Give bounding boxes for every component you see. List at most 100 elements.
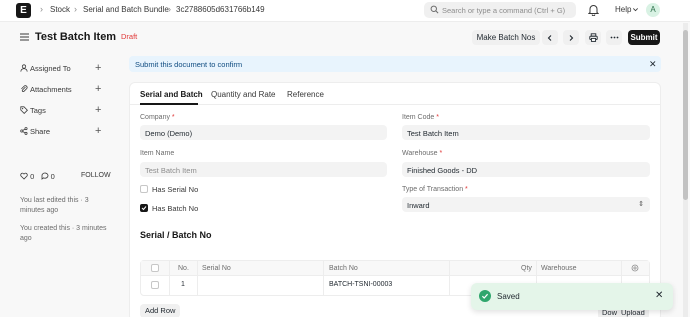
has-serial-no-label: Has Serial No (152, 185, 199, 194)
checkmark-icon (141, 206, 147, 211)
user-icon (20, 64, 28, 72)
likes-count: 0 (30, 172, 35, 181)
column-divider (197, 261, 198, 295)
form-card: Serial and Batch Quantity and Rate Refer… (129, 82, 661, 317)
row-checkbox[interactable] (151, 281, 159, 289)
tab-divider (130, 104, 660, 105)
share-add-icon[interactable]: + (95, 126, 101, 137)
more-actions-button[interactable] (606, 30, 622, 45)
settings-icon[interactable] (631, 264, 639, 272)
type-of-transaction-select[interactable]: Inward ⇕ (402, 197, 650, 212)
menu-icon[interactable] (20, 33, 29, 41)
row-batch-no[interactable]: BATCH-TSNI-00003 (329, 281, 392, 288)
print-button[interactable] (585, 30, 601, 45)
item-name-label: Item Name (140, 150, 175, 157)
sidebar-item-tags[interactable]: Tags (20, 106, 46, 115)
item-code-value: Test Batch Item (407, 129, 459, 138)
comments-count: 0 (50, 172, 55, 181)
tag-icon (20, 106, 28, 114)
breadcrumb-doc-id[interactable]: 3c2788605d631766b149 (176, 5, 265, 14)
warehouse-label: Warehouse * (402, 150, 443, 157)
search-bar[interactable]: Search or type a command (Ctrl + G) (424, 2, 576, 18)
section-title: Serial / Batch No (140, 230, 212, 240)
alert-text: Submit this document to confirm (135, 60, 243, 69)
saved-toast: Saved ✕ (471, 283, 673, 310)
add-row-button[interactable]: Add Row (140, 304, 181, 317)
submit-button[interactable]: Submit (628, 30, 660, 45)
column-header-no: No. (178, 265, 189, 272)
has-batch-no-checkbox[interactable] (140, 204, 148, 212)
type-of-transaction-value: Inward (407, 201, 430, 210)
printer-icon (588, 33, 598, 42)
search-icon (430, 5, 439, 14)
last-edited-text: You last edited this · 3 minutes ago (20, 197, 89, 214)
ellipsis-icon (610, 36, 618, 39)
page-title: Test Batch Item (35, 31, 117, 43)
column-divider (169, 261, 170, 295)
chevron-left-icon (547, 34, 552, 41)
active-tab-indicator (140, 103, 198, 105)
comment-icon[interactable] (41, 172, 49, 180)
chevron-right-icon (569, 34, 574, 41)
has-batch-no-label: Has Batch No (152, 204, 199, 213)
sidebar-item-attachments[interactable]: Attachments (20, 85, 72, 94)
check-circle-icon (479, 290, 491, 302)
add-tag-icon[interactable]: + (95, 105, 101, 116)
created-text: You created this · 3 minutes ago (20, 225, 107, 242)
breadcrumb-separator-icon: › (168, 4, 171, 14)
sidebar-item-label: Attachments (30, 85, 72, 94)
bell-icon[interactable] (588, 4, 599, 16)
column-header-serial-no: Serial No (202, 265, 231, 272)
breadcrumb-serial-batch-bundle[interactable]: Serial and Batch Bundle (83, 5, 169, 14)
likes-comments: 0 0 (20, 172, 55, 181)
sidebar-item-assigned-to[interactable]: Assigned To (20, 64, 71, 73)
breadcrumb-stock[interactable]: Stock (50, 5, 70, 14)
row-no: 1 (181, 281, 185, 288)
select-arrows-icon: ⇕ (638, 201, 644, 208)
chevron-down-icon (633, 8, 638, 12)
close-icon[interactable]: ✕ (655, 290, 663, 301)
scrollbar-thumb[interactable] (683, 30, 688, 200)
status-badge: Draft (121, 32, 138, 41)
sidebar-item-label: Assigned To (30, 64, 71, 73)
next-doc-button[interactable] (563, 30, 579, 45)
has-serial-no-checkbox[interactable] (140, 185, 148, 193)
submit-alert: Submit this document to confirm ✕ (129, 56, 661, 72)
add-assignee-icon[interactable]: + (95, 63, 101, 74)
toast-text: Saved (497, 292, 520, 301)
avatar[interactable]: A (646, 3, 660, 17)
app-logo[interactable]: E (16, 3, 31, 18)
company-value: Demo (Demo) (145, 129, 193, 138)
type-of-transaction-label: Type of Transaction * (402, 186, 468, 193)
column-header-warehouse: Warehouse (541, 265, 577, 272)
previous-doc-button[interactable] (542, 30, 558, 45)
item-name-field[interactable]: Test Batch Item (140, 162, 387, 177)
select-all-checkbox[interactable] (151, 264, 159, 272)
tab-serial-and-batch[interactable]: Serial and Batch (140, 90, 203, 99)
paperclip-icon (21, 85, 28, 92)
company-label: Company * (140, 114, 175, 121)
sidebar-item-share[interactable]: Share (20, 127, 50, 136)
sidebar-item-label: Tags (30, 106, 46, 115)
tab-reference[interactable]: Reference (287, 90, 324, 99)
column-header-batch-no: Batch No (329, 265, 358, 272)
warehouse-value: Finished Goods - DD (407, 166, 478, 175)
search-placeholder: Search or type a command (Ctrl + G) (442, 6, 566, 15)
column-divider (449, 261, 450, 295)
breadcrumb-separator-icon: › (40, 4, 43, 14)
navbar: E › Stock › Serial and Batch Bundle › 3c… (0, 0, 690, 22)
close-icon[interactable]: ✕ (649, 59, 657, 70)
company-field[interactable]: Demo (Demo) (140, 125, 387, 140)
heart-icon[interactable] (20, 172, 28, 180)
follow-button[interactable]: FOLLOW (81, 172, 111, 179)
item-code-field[interactable]: Test Batch Item (402, 125, 650, 140)
help-menu[interactable]: Help (615, 5, 631, 14)
item-name-placeholder: Test Batch Item (145, 166, 197, 175)
share-icon (20, 127, 28, 135)
add-attachment-icon[interactable]: + (95, 84, 101, 95)
column-header-qty: Qty (521, 265, 532, 272)
tab-quantity-and-rate[interactable]: Quantity and Rate (211, 90, 275, 99)
item-code-label: Item Code * (402, 114, 439, 121)
warehouse-field[interactable]: Finished Goods - DD (402, 162, 650, 177)
make-batch-nos-button[interactable]: Make Batch Nos (472, 30, 540, 45)
